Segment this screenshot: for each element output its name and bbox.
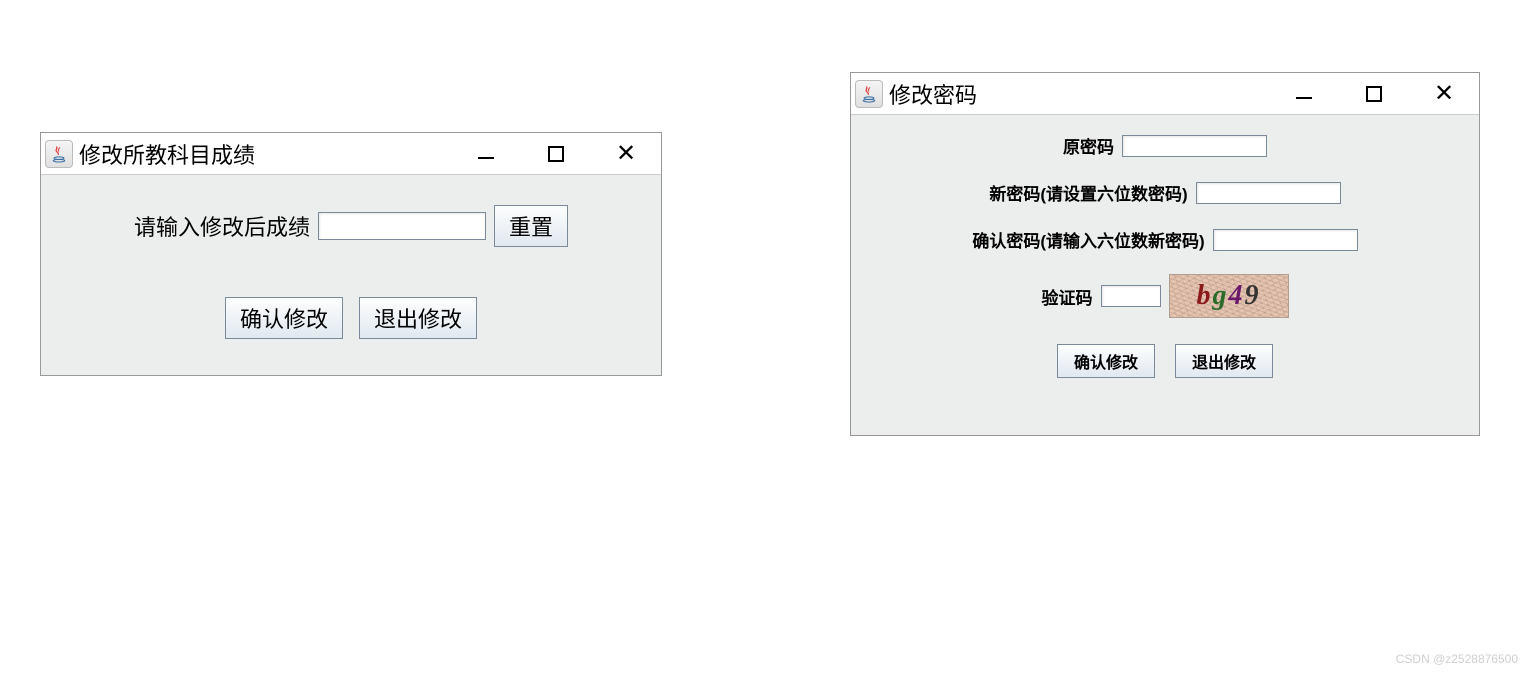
exit-modify-button[interactable]: 退出修改 xyxy=(1175,344,1273,378)
captcha-row: 验证码 bg49 xyxy=(1042,274,1289,318)
new-password-row: 新密码(请设置六位数密码) xyxy=(989,180,1340,205)
confirm-password-input[interactable] xyxy=(1213,229,1358,251)
maximize-button[interactable] xyxy=(1339,73,1409,114)
java-icon xyxy=(45,140,73,168)
watermark: CSDN @z2528876500 xyxy=(1396,652,1518,666)
reset-button[interactable]: 重置 xyxy=(494,205,568,247)
exit-modify-button[interactable]: 退出修改 xyxy=(359,297,477,339)
window-title: 修改密码 xyxy=(889,78,1269,110)
minimize-button[interactable] xyxy=(451,133,521,174)
titlebar[interactable]: 修改密码 ✕ xyxy=(851,73,1479,115)
client-area: 请输入修改后成绩 重置 确认修改 退出修改 xyxy=(41,175,661,375)
old-password-input[interactable] xyxy=(1122,135,1267,157)
modify-score-window: 修改所教科目成绩 ✕ 请输入修改后成绩 重置 确认修改 退出修改 xyxy=(40,132,662,376)
window-controls: ✕ xyxy=(451,133,661,174)
client-area: 原密码 新密码(请设置六位数密码) 确认密码(请输入六位数新密码) 验证码 bg… xyxy=(851,115,1479,435)
change-password-window: 修改密码 ✕ 原密码 新密码(请设置六位数密码) 确认密码(请输入六位数新密码)… xyxy=(850,72,1480,436)
score-label: 请输入修改后成绩 xyxy=(134,210,310,242)
captcha-text: bg49 xyxy=(1197,280,1261,312)
confirm-password-row: 确认密码(请输入六位数新密码) xyxy=(972,227,1357,252)
old-password-row: 原密码 xyxy=(1063,133,1267,158)
button-row: 确认修改 退出修改 xyxy=(1057,344,1273,378)
confirm-password-label: 确认密码(请输入六位数新密码) xyxy=(972,227,1204,252)
java-icon xyxy=(855,80,883,108)
titlebar[interactable]: 修改所教科目成绩 ✕ xyxy=(41,133,661,175)
window-title: 修改所教科目成绩 xyxy=(79,138,451,170)
old-password-label: 原密码 xyxy=(1063,133,1114,158)
close-button[interactable]: ✕ xyxy=(591,133,661,174)
captcha-input[interactable] xyxy=(1101,285,1161,307)
button-row: 确认修改 退出修改 xyxy=(51,297,651,339)
score-input[interactable] xyxy=(318,212,486,240)
captcha-label: 验证码 xyxy=(1042,284,1093,309)
close-button[interactable]: ✕ xyxy=(1409,73,1479,114)
confirm-modify-button[interactable]: 确认修改 xyxy=(225,297,343,339)
minimize-button[interactable] xyxy=(1269,73,1339,114)
captcha-image[interactable]: bg49 xyxy=(1169,274,1289,318)
confirm-modify-button[interactable]: 确认修改 xyxy=(1057,344,1155,378)
maximize-button[interactable] xyxy=(521,133,591,174)
new-password-input[interactable] xyxy=(1196,182,1341,204)
new-password-label: 新密码(请设置六位数密码) xyxy=(989,180,1187,205)
window-controls: ✕ xyxy=(1269,73,1479,114)
score-row: 请输入修改后成绩 重置 xyxy=(51,205,651,247)
